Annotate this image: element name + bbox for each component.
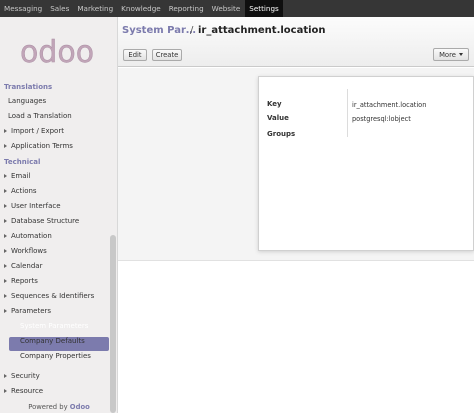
sidebar-item-label: Automation bbox=[11, 232, 52, 240]
sidebar-item-automation[interactable]: Automation bbox=[4, 232, 52, 240]
caret-right-icon bbox=[4, 294, 7, 298]
top-menu-website[interactable]: Website bbox=[208, 0, 245, 17]
value-field-value: postgresql:lobject bbox=[352, 115, 411, 123]
top-menu-reporting[interactable]: Reporting bbox=[165, 0, 208, 17]
sidebar-item-user-interface[interactable]: User Interface bbox=[4, 202, 61, 210]
field-divider bbox=[347, 89, 348, 137]
key-field-label: Key bbox=[267, 100, 282, 108]
caret-right-icon bbox=[4, 309, 7, 313]
caret-right-icon bbox=[4, 234, 7, 238]
more-dropdown-button[interactable]: More bbox=[433, 48, 469, 61]
top-menu-bar: Messaging Sales Marketing Knowledge Repo… bbox=[0, 0, 474, 17]
powered-by-text: Powered by bbox=[28, 403, 68, 411]
caret-right-icon bbox=[4, 189, 7, 193]
sidebar-item-label: System Parameters bbox=[20, 322, 89, 330]
page-title: ir_attachment.location bbox=[198, 25, 326, 36]
sidebar-item-label: Application Terms bbox=[11, 142, 73, 150]
sidebar-item-actions[interactable]: Actions bbox=[4, 187, 37, 195]
sidebar-scrollbar[interactable] bbox=[110, 235, 116, 413]
logo-text: odoo bbox=[20, 35, 94, 70]
sidebar-item-label: Company Properties bbox=[20, 352, 91, 360]
sidebar-item-label: Workflows bbox=[11, 247, 47, 255]
top-menu-messaging[interactable]: Messaging bbox=[0, 0, 46, 17]
sidebar-item-system-parameters[interactable]: System Parameters bbox=[20, 322, 88, 330]
caret-right-icon bbox=[4, 389, 7, 393]
caret-right-icon bbox=[4, 204, 7, 208]
sidebar-item-label: Resource bbox=[11, 387, 44, 395]
powered-by-footer: Powered by Odoo bbox=[0, 403, 118, 411]
sidebar-item-label: Sequences & Identifiers bbox=[11, 292, 95, 300]
sidebar-item-label: Parameters bbox=[11, 307, 52, 315]
caret-right-icon bbox=[4, 374, 7, 378]
odoo-logo[interactable]: odoo bbox=[12, 31, 102, 71]
sidebar-item-security[interactable]: Security bbox=[4, 372, 40, 380]
sidebar: odoo Translations Languages Load a Trans… bbox=[0, 17, 118, 413]
value-field-label: Value bbox=[267, 114, 289, 122]
sidebar-item-email[interactable]: Email bbox=[4, 172, 30, 180]
caret-right-icon bbox=[4, 144, 7, 148]
sidebar-item-label: Email bbox=[11, 172, 31, 180]
section-header-technical: Technical bbox=[4, 158, 41, 166]
sidebar-item-resource[interactable]: Resource bbox=[4, 387, 43, 395]
sidebar-item-workflows[interactable]: Workflows bbox=[4, 247, 47, 255]
sidebar-item-label: Import / Export bbox=[11, 127, 64, 135]
caret-right-icon bbox=[4, 219, 7, 223]
sidebar-item-label: Actions bbox=[11, 187, 37, 195]
sidebar-item-label: Database Structure bbox=[11, 217, 80, 225]
edit-button[interactable]: Edit bbox=[123, 49, 147, 61]
sidebar-item-label: Calendar bbox=[11, 262, 43, 270]
sidebar-item-import-export[interactable]: Import / Export bbox=[4, 127, 64, 135]
caret-right-icon bbox=[4, 249, 7, 253]
more-button-label: More bbox=[439, 50, 456, 59]
key-field-value: ir_attachment.location bbox=[352, 101, 427, 109]
caret-right-icon bbox=[4, 129, 7, 133]
caret-right-icon bbox=[4, 279, 7, 283]
caret-right-icon bbox=[4, 174, 7, 178]
groups-field-label: Groups bbox=[267, 130, 296, 138]
caret-down-icon bbox=[458, 53, 463, 56]
create-button[interactable]: Create bbox=[152, 49, 182, 61]
powered-by-brand-link[interactable]: Odoo bbox=[70, 403, 90, 411]
sidebar-item-company-properties[interactable]: Company Properties bbox=[20, 352, 91, 360]
sidebar-item-database-structure[interactable]: Database Structure bbox=[4, 217, 79, 225]
sidebar-item-reports[interactable]: Reports bbox=[4, 277, 38, 285]
top-menu-marketing[interactable]: Marketing bbox=[73, 0, 117, 17]
sidebar-item-label: User Interface bbox=[11, 202, 61, 210]
sidebar-item-parameters[interactable]: Parameters bbox=[4, 307, 51, 315]
section-header-translations: Translations bbox=[4, 83, 53, 91]
sidebar-item-label: Load a Translation bbox=[8, 112, 72, 120]
sidebar-item-label: Reports bbox=[11, 277, 38, 285]
sidebar-item-label: Security bbox=[11, 372, 40, 380]
sidebar-item-application-terms[interactable]: Application Terms bbox=[4, 142, 73, 150]
breadcrumb-parent-link[interactable]: System Par… bbox=[122, 25, 196, 36]
sidebar-item-label: Languages bbox=[8, 97, 47, 105]
form-view: Key ir_attachment.location Value postgre… bbox=[118, 68, 474, 413]
sidebar-item-sequences[interactable]: Sequences & Identifiers bbox=[4, 292, 94, 300]
breadcrumb-separator: / bbox=[190, 25, 194, 36]
sidebar-item-label: Company Defaults bbox=[20, 337, 85, 345]
top-menu-settings[interactable]: Settings bbox=[245, 0, 283, 17]
top-menu-knowledge[interactable]: Knowledge bbox=[117, 0, 165, 17]
caret-right-icon bbox=[4, 264, 7, 268]
top-menu-sales[interactable]: Sales bbox=[46, 0, 73, 17]
form-background: Key ir_attachment.location Value postgre… bbox=[118, 68, 474, 261]
form-sheet: Key ir_attachment.location Value postgre… bbox=[258, 76, 474, 251]
sidebar-item-calendar[interactable]: Calendar bbox=[4, 262, 42, 270]
view-header: System Par… / ir_attachment.location Edi… bbox=[118, 17, 474, 67]
sidebar-item-company-defaults[interactable]: Company Defaults bbox=[20, 337, 85, 345]
sidebar-item-languages[interactable]: Languages bbox=[8, 97, 46, 105]
sidebar-item-load-translation[interactable]: Load a Translation bbox=[8, 112, 72, 120]
